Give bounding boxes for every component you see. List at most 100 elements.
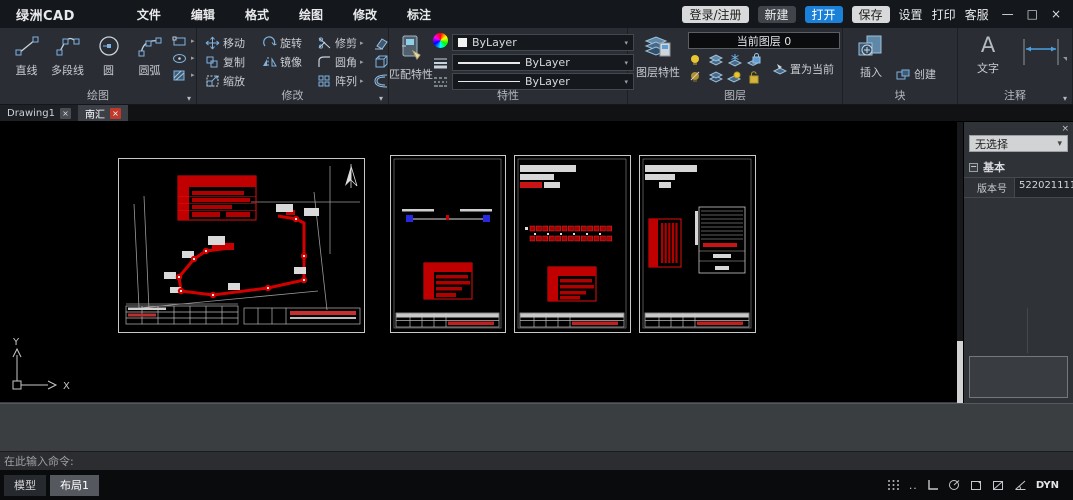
layer-isolate-icon[interactable] <box>707 70 726 87</box>
dyn-toggle[interactable]: DYN <box>1036 480 1059 491</box>
app-logo: 绿洲CAD <box>16 5 75 24</box>
ellipse-tool[interactable]: ▸ <box>172 51 195 65</box>
layer-freeze-icon[interactable] <box>707 53 726 70</box>
tab-close-icon[interactable]: × <box>110 108 121 119</box>
menu-format[interactable]: 格式 <box>245 6 269 23</box>
hatch-tool[interactable]: ▸ <box>172 68 195 82</box>
scale-icon <box>205 74 220 88</box>
model-tab[interactable]: 模型 <box>4 475 46 496</box>
flyout-icon[interactable]: ▸ <box>191 54 195 62</box>
fillet-icon <box>317 55 332 69</box>
array-icon <box>317 74 332 88</box>
layer-on-icon[interactable] <box>688 53 707 70</box>
svg-text:Y: Y <box>12 337 20 348</box>
fillet-tool[interactable]: 圆角 ▸ <box>317 52 373 71</box>
document-tab-bar: Drawing1 × 南汇 × <box>0 105 1073 122</box>
copy-icon <box>205 55 220 69</box>
lineweight-icon <box>433 56 448 69</box>
drawing-sheet-3[interactable] <box>515 156 631 333</box>
drawing-sheet-2[interactable] <box>391 156 506 333</box>
explode-icon <box>373 55 389 69</box>
ribbon-section-annotation: A 文字 注释 ▾ <box>958 28 1073 104</box>
color-dropdown[interactable]: ByLayer ▾ <box>452 34 634 51</box>
command-history-panel[interactable] <box>0 403 1073 451</box>
mirror-icon <box>262 55 277 69</box>
eraser-icon <box>373 36 389 50</box>
layout1-tab[interactable]: 布局1 <box>50 475 99 496</box>
copy-tool[interactable]: 复制 <box>205 52 262 71</box>
object-track-icon[interactable] <box>992 479 1005 491</box>
trim-icon <box>317 36 332 50</box>
current-layer-display[interactable]: 当前图层 0 <box>688 32 840 49</box>
flyout-icon[interactable]: ▸ <box>360 39 364 47</box>
circle-icon <box>95 33 123 59</box>
create-block-icon <box>895 68 911 81</box>
tab-close-icon[interactable]: × <box>60 108 71 119</box>
set-current-layer-tool[interactable]: 置为当前 <box>772 61 834 77</box>
layer-unlock-icon[interactable] <box>745 70 764 87</box>
menu-modify[interactable]: 修改 <box>353 6 377 23</box>
drawing-canvas[interactable]: Y X <box>0 122 957 403</box>
layer-off-icon[interactable] <box>688 70 707 87</box>
flyout-icon[interactable]: ▸ <box>191 37 195 45</box>
menu-draw[interactable]: 绘图 <box>299 6 323 23</box>
save-file-button[interactable]: 保存 <box>852 6 890 23</box>
lineweight-dropdown[interactable]: ByLayer ▾ <box>452 54 634 71</box>
layer-plot-icon[interactable] <box>726 70 745 87</box>
arc-icon <box>136 33 164 59</box>
rectangle-icon <box>172 35 188 48</box>
text-icon: A <box>981 33 995 57</box>
rotate-tool[interactable]: 旋转 <box>262 33 317 52</box>
maximize-button[interactable]: □ <box>1027 7 1038 21</box>
angle-snap-icon[interactable] <box>1014 479 1027 491</box>
object-snap-icon[interactable] <box>970 479 983 491</box>
chevron-down-icon: ▾ <box>1057 139 1062 149</box>
collapse-icon[interactable]: − <box>969 163 978 172</box>
rectangle-tool[interactable]: ▸ <box>172 34 195 48</box>
new-file-button[interactable]: 新建 <box>758 6 796 23</box>
line-icon <box>13 33 41 59</box>
offset-icon <box>373 74 389 88</box>
panel-close-icon[interactable]: × <box>1061 124 1069 134</box>
rotate-icon <box>262 36 277 50</box>
login-register-button[interactable]: 登录/注册 <box>682 6 748 23</box>
ribbon-section-draw: 直线 多段线 圆 圆弧 <box>0 28 197 104</box>
flyout-icon[interactable]: ▸ <box>360 58 364 66</box>
svg-text:X: X <box>63 381 70 392</box>
drawing-sheet-1[interactable] <box>119 159 365 333</box>
move-tool[interactable]: 移动 <box>205 33 262 52</box>
version-value[interactable]: 5220211117 <box>1014 178 1073 197</box>
minimize-button[interactable]: — <box>1002 7 1014 21</box>
selection-dropdown[interactable]: 无选择 ▾ <box>969 135 1068 152</box>
ortho-icon[interactable] <box>927 479 939 491</box>
open-file-button[interactable]: 打开 <box>805 6 843 23</box>
doc-tab-nanhui[interactable]: 南汇 × <box>78 105 128 121</box>
cad-application-window: 绿洲CAD 文件 编辑 格式 绘图 修改 标注 登录/注册 新建 打开 保存 设… <box>0 0 1073 500</box>
support-button[interactable]: 客服 <box>965 6 989 23</box>
settings-button[interactable]: 设置 <box>899 6 923 23</box>
close-button[interactable]: × <box>1051 7 1061 21</box>
ucs-icon: Y X <box>12 337 70 392</box>
grid-snap-icon[interactable] <box>887 479 900 491</box>
menu-annotate[interactable]: 标注 <box>407 6 431 23</box>
insert-block-icon <box>855 33 887 61</box>
snap-dots-icon[interactable]: .. <box>909 479 918 492</box>
polar-tracking-icon[interactable] <box>948 479 961 491</box>
menu-file[interactable]: 文件 <box>137 6 161 23</box>
trim-tool[interactable]: 修剪 ▸ <box>317 33 373 52</box>
command-input[interactable]: 在此输入命令: <box>0 451 1073 470</box>
layer-lock-icon[interactable] <box>745 53 764 70</box>
move-icon <box>205 36 220 50</box>
section-expand-icon[interactable]: ▾ <box>1063 94 1067 103</box>
doc-tab-drawing1[interactable]: Drawing1 × <box>0 105 78 121</box>
section-expand-icon[interactable]: ▾ <box>379 94 383 103</box>
menu-edit[interactable]: 编辑 <box>191 6 215 23</box>
ribbon: 直线 多段线 圆 圆弧 <box>0 28 1073 105</box>
flyout-icon[interactable]: ▸ <box>360 77 364 85</box>
print-button[interactable]: 打印 <box>932 6 956 23</box>
layer-thaw-icon[interactable] <box>726 53 745 70</box>
section-expand-icon[interactable]: ▾ <box>187 94 191 103</box>
drawing-sheet-4[interactable] <box>640 156 756 333</box>
mirror-tool[interactable]: 镜像 <box>262 52 317 71</box>
flyout-icon[interactable]: ▸ <box>191 71 195 79</box>
